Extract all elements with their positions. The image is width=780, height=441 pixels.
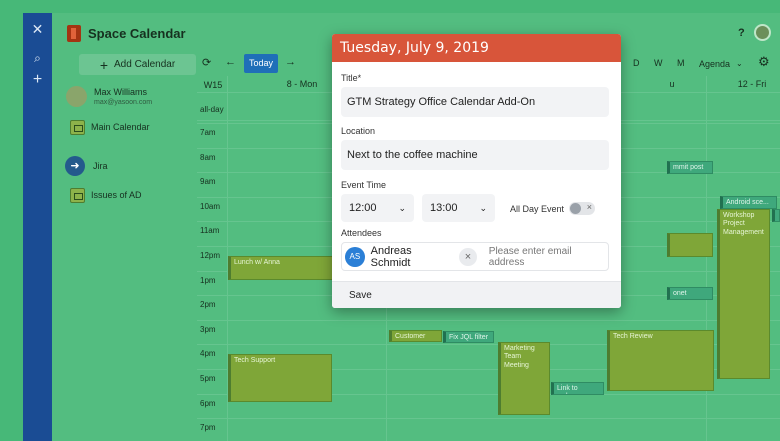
dialog-footer: Save [332,281,621,308]
event-android[interactable]: Android sce... [720,196,777,209]
event-dialog: Tuesday, July 9, 2019 Title* GTM Strateg… [332,34,621,308]
plus-icon: + [99,56,109,73]
event-fix-jql[interactable]: Fix JQL filter [443,331,494,343]
time-label: 9am [200,177,216,187]
title-label-text: Title [341,73,358,83]
calendar-item-main[interactable]: Main Calendar [70,118,150,136]
required-mark: * [357,73,362,83]
start-time-value: 12:00 [349,202,377,214]
agenda-label: Agenda [699,58,731,69]
calendar-icon [70,119,85,135]
time-label: 6pm [200,398,216,408]
dialog-header: Tuesday, July 9, 2019 [332,34,621,62]
today-button[interactable]: Today [244,54,278,73]
help-icon[interactable]: ? [738,27,745,39]
next-button[interactable]: → [285,56,296,68]
avatar[interactable] [754,24,771,41]
confluence-icon[interactable]: ✕ [23,21,52,38]
time-label: 5pm [200,374,216,383]
day-header-thu[interactable]: u [667,79,677,89]
title-label: Title* [341,73,361,83]
day-header-mon[interactable]: 8 - Mon [267,79,337,89]
email-input[interactable]: Please enter email address [489,246,608,268]
calendar-icon [70,187,85,203]
user-name: Max Williams [94,87,147,97]
event-marketing[interactable]: Marketing Team Meeting [498,342,550,415]
time-label: 8am [200,152,216,162]
grid-line [197,418,780,420]
calendar-label: Issues of AD [91,190,142,200]
gear-icon[interactable]: ⚙ [758,54,770,70]
search-icon[interactable]: ⌕ [23,51,52,66]
time-label: 10am [200,201,221,211]
attendees-field[interactable]: AS Andreas Schmidt × Please enter email … [341,242,609,271]
time-label: 3pm [200,324,216,334]
event-onet-access[interactable]: onet acce... [667,287,713,300]
location-field[interactable]: Next to the coffee machine [341,140,609,170]
add-calendar-button[interactable]: + Add Calendar [79,54,196,75]
add-calendar-label: Add Calendar [114,59,176,70]
jira-icon: ➜ [65,156,85,176]
app-title: Space Calendar [88,26,186,41]
end-time-value: 13:00 [430,202,458,214]
prev-button[interactable]: ← [225,56,236,68]
view-day-button[interactable]: D [633,58,640,68]
event-tech-review[interactable]: Tech Review [607,330,714,391]
attendees-label: Attendees [341,228,382,238]
all-day-toggle[interactable]: × [569,202,596,215]
calendar-label: Main Calendar [91,122,150,132]
event-customer-call[interactable]: Customer Call [389,330,442,342]
chevron-down-icon: ⌄ [479,202,487,213]
event-link-webs[interactable]: Link to webs... [551,382,604,395]
event-workshop[interactable]: Workshop Project Management [717,209,770,379]
event-time-label: Event Time [341,180,387,190]
chevron-down-icon: ⌄ [398,202,406,213]
event-android-marker[interactable] [772,209,780,222]
all-day-option: All Day Event × [510,202,596,215]
allday-label: all-day [200,105,224,114]
attendee-name: Andreas Schmidt [370,244,412,269]
refresh-icon[interactable]: ⟳ [202,56,211,69]
time-label: 7am [200,128,216,137]
view-week-button[interactable]: W [654,58,663,68]
left-rail: ✕ ⌕ + [23,13,52,441]
save-button[interactable]: Save [349,290,372,301]
user-avatar [66,86,87,107]
event-commit-post[interactable]: mmit post ... [667,161,713,174]
event-untitled[interactable] [667,233,713,257]
calendar-item-issues[interactable]: Issues of AD [70,186,142,204]
agenda-dropdown[interactable]: Agenda ⌄ [693,54,757,73]
user-email: max@yasoon.com [94,99,153,106]
event-tech-support[interactable]: Tech Support [228,354,332,402]
time-label: 4pm [200,349,216,359]
time-label: 12pm [200,251,221,260]
chevron-down-icon: ⌄ [736,59,743,68]
view-month-button[interactable]: M [677,58,685,68]
close-icon: × [586,202,593,212]
start-time-select[interactable]: 12:00 ⌄ [341,194,414,222]
end-time-select[interactable]: 13:00 ⌄ [422,194,495,222]
time-label: 11am [200,226,220,236]
week-number: W15 [203,80,223,90]
title-field[interactable]: GTM Strategy Office Calendar Add-On [341,87,609,117]
time-label: 2pm [200,300,216,310]
time-label: 7pm [200,423,216,433]
remove-attendee-icon[interactable]: × [459,247,477,266]
location-label: Location [341,126,376,136]
office-logo-icon [67,25,81,42]
attendee-avatar: AS [345,246,365,267]
jira-label: Jira [93,161,108,171]
plus-icon[interactable]: + [23,71,52,89]
all-day-label: All Day Event [510,203,565,214]
grid-line [197,319,780,321]
day-header-fri[interactable]: 12 - Fri [727,79,777,89]
time-label: 1pm [200,275,216,285]
